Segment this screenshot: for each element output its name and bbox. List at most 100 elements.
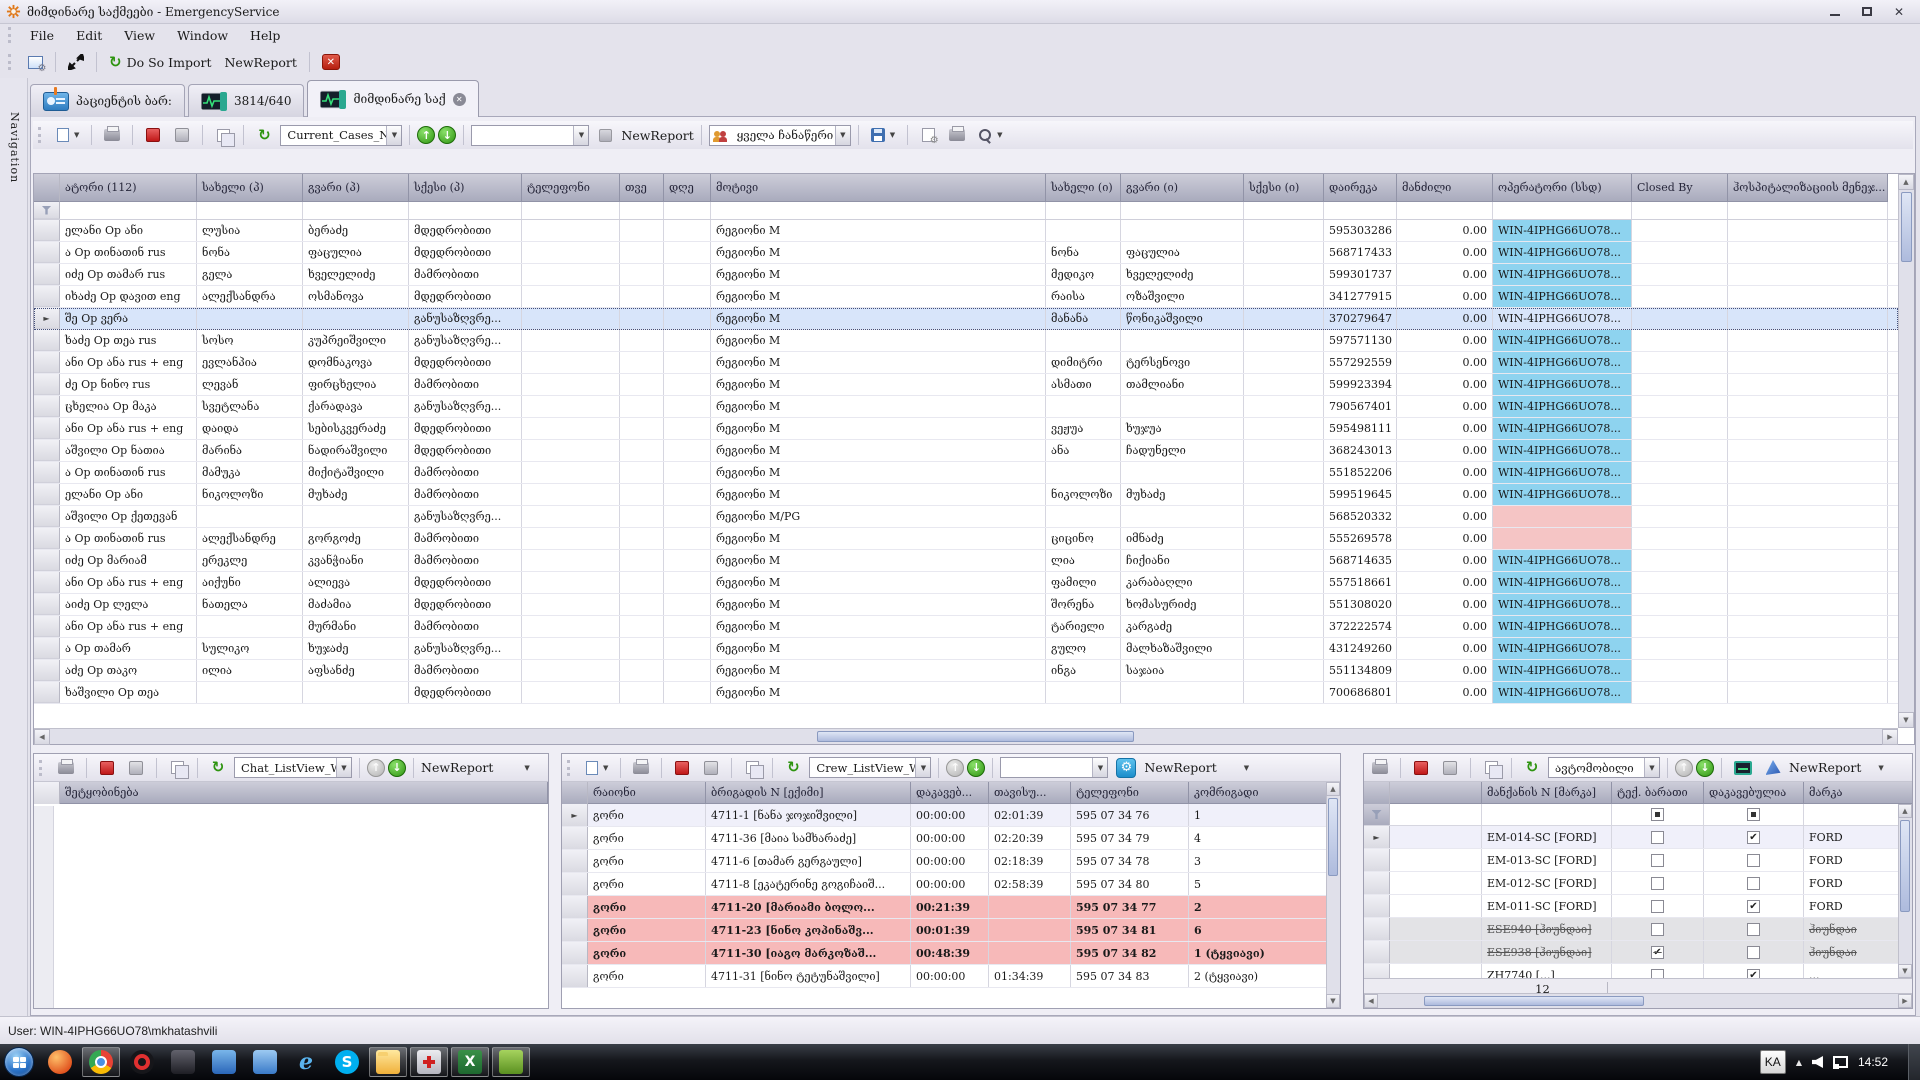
table-row[interactable]: ა Op თინათინ rusმამუკამიქიტაშვილიმამრობი… [34, 462, 1898, 484]
table-row[interactable]: ანი Op ანა rus + engევლანპიადომნაკოვამდე… [34, 352, 1898, 374]
table-row[interactable]: ESE940 [ჰიუნდაი]ჰიუნდაი [1364, 918, 1898, 941]
nav-up-button[interactable]: ↑ [1675, 759, 1693, 777]
filter-cell[interactable] [1728, 202, 1888, 219]
table-row[interactable]: ESE938 [ჰიუნდაი]✔ჰიუნდაი [1364, 941, 1898, 964]
taskbar-icon-media-dark[interactable] [164, 1047, 202, 1077]
stop-button[interactable] [123, 756, 149, 780]
delete-button[interactable] [140, 123, 166, 147]
checkbox[interactable] [1747, 877, 1760, 890]
column-header[interactable]: ტექ. ბარათი [1612, 782, 1704, 804]
delete-button[interactable] [1408, 756, 1434, 780]
checkbox[interactable] [1651, 831, 1664, 844]
column-header[interactable]: ოპერატორი (სსდ) [1493, 174, 1632, 202]
horizontal-scrollbar[interactable]: ◀ ▶ [1364, 993, 1912, 1008]
taskbar-icon-explorer[interactable] [369, 1047, 407, 1077]
column-header[interactable]: სქესი (ი) [1244, 174, 1324, 202]
checkbox[interactable]: ✔ [1747, 969, 1760, 979]
clock[interactable]: 14:52 [1858, 1055, 1898, 1069]
search-combo[interactable]: ▼ [471, 125, 589, 146]
taskbar-icon-emergency[interactable] [410, 1047, 448, 1077]
table-row[interactable]: EM-011-SC [FORD]✔FORD [1364, 895, 1898, 918]
delete-button[interactable] [94, 756, 120, 780]
vertical-scrollbar[interactable]: ▲ ▼ [1898, 804, 1912, 978]
chevron-down-icon[interactable]: ▼ [573, 126, 588, 145]
close-button[interactable]: ✕ [1888, 4, 1910, 20]
checkbox[interactable] [1747, 923, 1760, 936]
search-input[interactable] [1001, 758, 1092, 777]
refresh-button[interactable]: ↻ [205, 756, 231, 780]
filter-cell[interactable] [1390, 804, 1482, 825]
maximize-button[interactable] [1856, 4, 1878, 20]
tab-current-cases[interactable]: მიმდინარე საქ ✕ [307, 80, 478, 117]
column-header[interactable]: სახელი (პ) [197, 174, 303, 202]
column-header[interactable] [1390, 782, 1482, 804]
scroll-thumb[interactable] [817, 731, 1134, 742]
nav-down-button[interactable]: ↓ [388, 759, 406, 777]
taskbar-icon-writer[interactable] [492, 1047, 530, 1077]
print-button[interactable] [628, 756, 654, 780]
newreport-label[interactable]: NewReport [421, 760, 493, 775]
search-tool-button[interactable]: ▼ [973, 123, 1007, 147]
filter-cell[interactable] [664, 202, 711, 219]
checkbox[interactable]: ✔ [1747, 900, 1760, 913]
column-header[interactable]: დაირეკა [1324, 174, 1397, 202]
search-combo[interactable]: ▼ [1000, 757, 1108, 778]
minimize-button[interactable] [1824, 4, 1846, 20]
horizontal-scrollbar[interactable]: ◀ ▶ [34, 728, 1898, 744]
print-button[interactable] [99, 123, 125, 147]
table-row[interactable]: იძე Op მარიამერეკლეკვანჭიანიმამრობითირეგ… [34, 550, 1898, 572]
table-row[interactable]: ა Op თინათინ rusნონაფაცულიამდედრობითირეგ… [34, 242, 1898, 264]
language-indicator[interactable]: KA [1760, 1050, 1786, 1074]
scroll-thumb[interactable] [1901, 192, 1912, 262]
menu-window[interactable]: Window [166, 26, 239, 45]
table-row[interactable]: ა Op თინათინ rusალექსანდრეგორგოძემამრობი… [34, 528, 1898, 550]
chevron-down-icon[interactable]: ▼ [336, 758, 351, 777]
table-row[interactable]: გორი4711-8 [ეკატერინე გოგიჩაიშ...00:00:0… [562, 873, 1326, 896]
vertical-scrollbar[interactable]: ▲ ▼ [1898, 174, 1914, 728]
table-row[interactable]: ►EM-014-SC [FORD]✔FORD [1364, 826, 1898, 849]
filter-cell[interactable] [1704, 804, 1804, 825]
column-header[interactable]: ჰოსპიტალიზაციის მენეჯ... [1728, 174, 1888, 202]
scroll-thumb[interactable] [1424, 996, 1644, 1006]
taskbar-icon-skype[interactable] [328, 1047, 366, 1077]
column-header[interactable]: სახელი (ი) [1046, 174, 1121, 202]
bookmark-button[interactable] [592, 123, 618, 147]
tab-patient-card[interactable]: პაციენტის ბარ: [30, 84, 185, 117]
network-icon[interactable] [1833, 1056, 1848, 1069]
table-row[interactable]: ძე Op ნინო rusლევანფირცხელიამამრობითირეგ… [34, 374, 1898, 396]
table-row[interactable]: ხაშვილი Op თეამდედრობითირეგიონი M7006868… [34, 682, 1898, 704]
column-header[interactable]: გვარი (ი) [1121, 174, 1244, 202]
new-report-button[interactable]: NewReport [219, 50, 301, 74]
table-row[interactable]: გორი4711-20 [მარიამი ბოლო...00:21:39595 … [562, 896, 1326, 919]
checkbox[interactable] [1651, 854, 1664, 867]
filter-cell[interactable] [1804, 804, 1912, 825]
table-row[interactable]: ►შე Op ვერაგანუსაზღვრე...რეგიონი Mმანანა… [34, 308, 1898, 330]
column-header[interactable]: ტელეფონი [522, 174, 620, 202]
scroll-down-icon[interactable]: ▼ [1898, 964, 1912, 978]
scroll-down-icon[interactable]: ▼ [1898, 712, 1914, 728]
taskbar-icon-opera[interactable] [123, 1047, 161, 1077]
refresh-button[interactable]: ↻ [1519, 756, 1545, 780]
filter-cell[interactable] [1121, 202, 1244, 219]
filter-cell[interactable] [1046, 202, 1121, 219]
newreport-label[interactable]: NewReport [1144, 760, 1216, 775]
scroll-up-icon[interactable]: ▲ [1898, 174, 1914, 190]
filter-cell[interactable] [1612, 804, 1704, 825]
chevron-down-icon[interactable]: ▼ [386, 126, 401, 145]
map-button[interactable] [1760, 756, 1786, 780]
column-header[interactable]: თავისუ... [989, 782, 1071, 804]
filter-cell[interactable] [1482, 804, 1612, 825]
table-row[interactable]: აძე Op თაკოილიააფსანძემამრობითირეგიონი M… [34, 660, 1898, 682]
refresh-button[interactable]: ↻ [251, 123, 277, 147]
checkbox[interactable]: ✔ [1651, 946, 1664, 959]
hidden-icons-button[interactable]: ▲ [1796, 1058, 1802, 1067]
column-header[interactable]: ტელეფონი [1071, 782, 1189, 804]
chevron-down-icon[interactable]: ▼ [915, 758, 930, 777]
column-header[interactable]: თვე [620, 174, 664, 202]
column-header[interactable]: გვარი (პ) [303, 174, 409, 202]
checkbox[interactable]: ✔ [1747, 831, 1760, 844]
scroll-up-icon[interactable]: ▲ [1898, 804, 1912, 818]
fullscreen-button[interactable] [63, 50, 89, 74]
table-row[interactable]: ZH7740 [...]✔... [1364, 964, 1898, 978]
chevron-down-icon[interactable]: ▼ [835, 126, 850, 145]
